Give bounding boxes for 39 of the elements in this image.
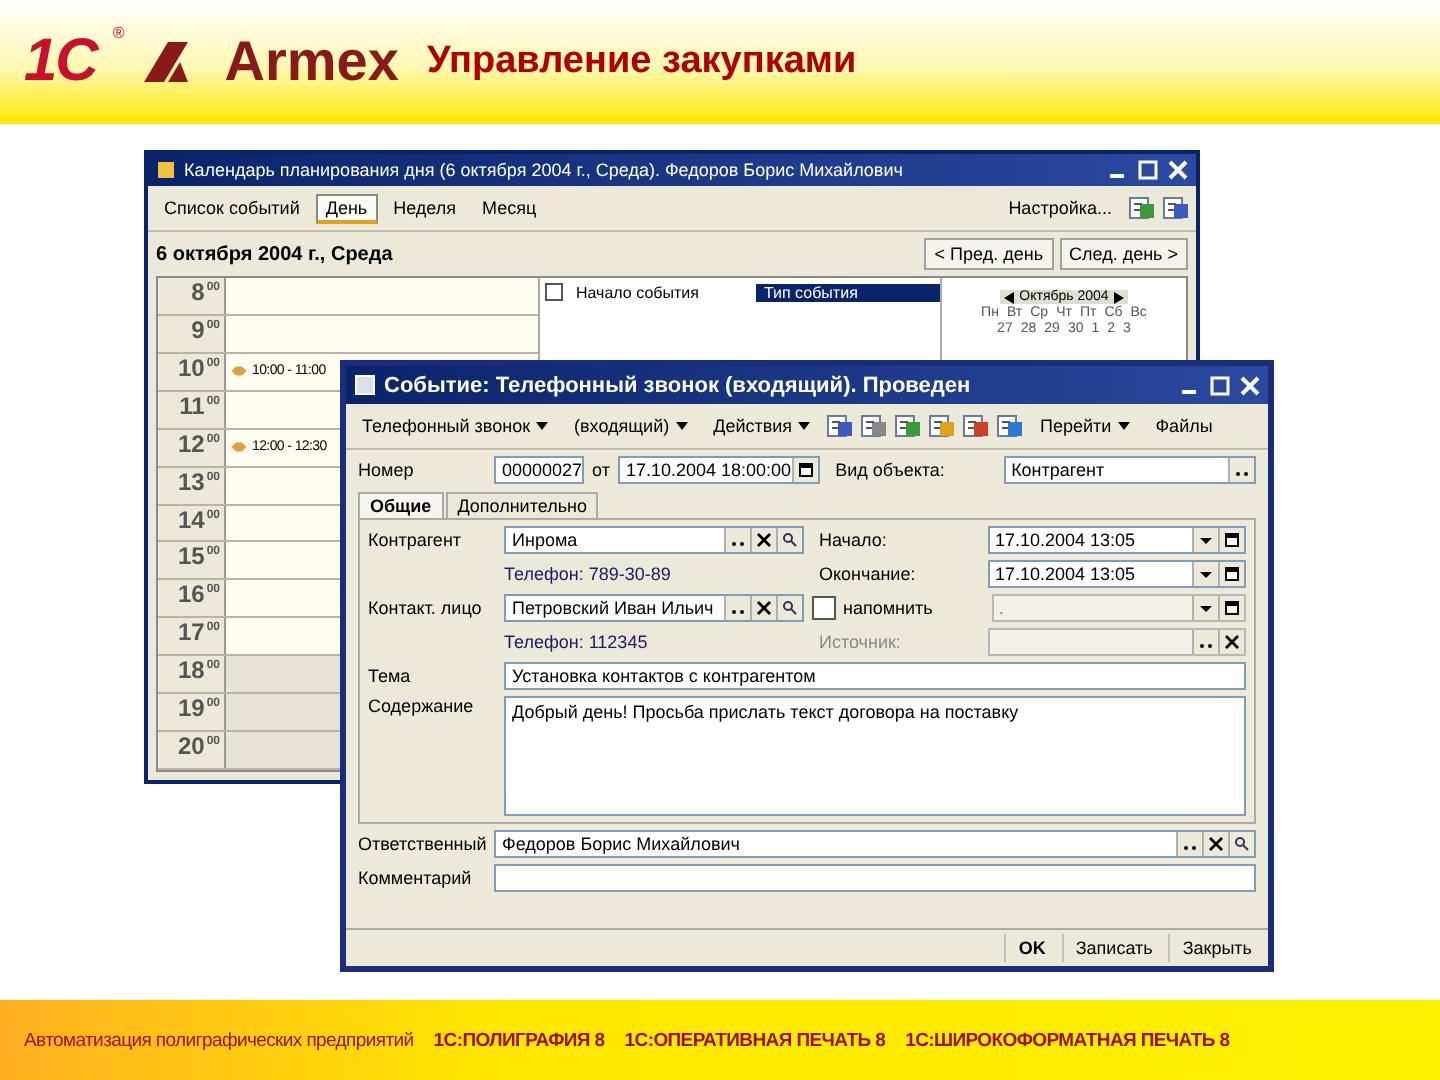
field-label: Ответственный (358, 834, 486, 854)
product-name: 1С:ОПЕРАТИВНАЯ ПЕЧАТЬ 8 (624, 1029, 886, 1051)
product-name: 1С:ШИРОКОФОРМАТНАЯ ПЕЧАТЬ 8 (905, 1029, 1230, 1051)
window-title: Событие: Телефонный звонок (входящий). Проведен (384, 373, 973, 397)
hour-label: 15 (177, 542, 205, 571)
slide-title: Управление закупками (426, 40, 857, 84)
field-label: Начало: (819, 530, 889, 550)
product-name: 1С:ПОЛИГРАФИЯ 8 (433, 1029, 605, 1051)
field-label: Номер (358, 460, 416, 480)
field-label: от (592, 460, 610, 480)
checkbox-label: напомнить (843, 598, 935, 618)
hour-label: 19 (177, 694, 205, 723)
phone-text: Телефон: 112345 (502, 632, 648, 652)
hour-label: 9 (191, 315, 205, 344)
hour-label: 8 (191, 278, 205, 306)
phone-text: Телефон: 789-30-89 (502, 564, 671, 584)
field-label: Тема (368, 666, 413, 686)
field-label: Источник: (819, 632, 903, 652)
hour-label: 10 (177, 353, 205, 382)
field-label: Комментарий (358, 868, 474, 888)
field-label: Окончание: (819, 564, 918, 584)
window-title: Календарь планирования дня (6 октября 2004 г., Среда). Федоров Борис Михайлович (184, 160, 905, 180)
logo: 1С (24, 28, 97, 96)
hour-label: 18 (177, 656, 205, 685)
date-heading: 6 октября 2004 г., Среда (156, 243, 395, 265)
hour-label: 17 (177, 618, 205, 647)
footer-caption: Автоматизация полиграфических предприятий (24, 1029, 414, 1051)
logo: Armex (224, 30, 399, 94)
field-label: Контрагент (368, 530, 464, 550)
hour-label: 20 (177, 732, 205, 761)
field-label: Вид объекта: (835, 460, 947, 480)
registered-mark: ® (112, 24, 125, 42)
field-label: Содержание (368, 696, 476, 716)
hour-label: 14 (177, 505, 205, 534)
hour-label: 16 (177, 580, 205, 609)
hour-label: 13 (177, 467, 205, 496)
hour-label: 12 (177, 429, 205, 458)
hour-label: 11 (179, 391, 205, 420)
field-label: Контакт. лицо (368, 598, 484, 618)
